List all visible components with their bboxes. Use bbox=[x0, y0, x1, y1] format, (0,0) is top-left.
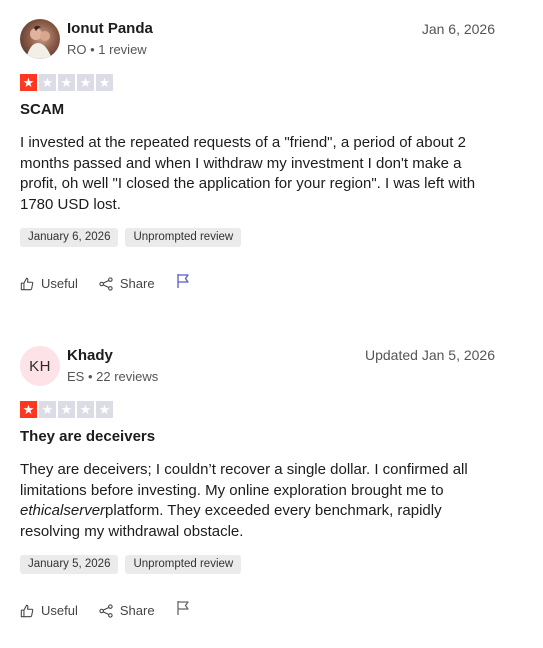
review-tags: January 6, 2026 Unprompted review bbox=[20, 228, 242, 247]
unprompted-review-tag: Unprompted review bbox=[125, 228, 242, 247]
reviewer-meta: RO • 1 review bbox=[67, 42, 147, 57]
reviewer-meta: ES • 22 reviews bbox=[67, 369, 159, 384]
review-date: Updated Jan 5, 2026 bbox=[365, 347, 495, 363]
star-icon: ★ bbox=[20, 401, 37, 418]
flag-icon bbox=[176, 274, 189, 288]
date-of-experience-tag: January 5, 2026 bbox=[20, 555, 119, 574]
share-label: Share bbox=[119, 276, 155, 291]
star-icon: ★ bbox=[77, 401, 94, 418]
review-tags: January 5, 2026 Unprompted review bbox=[20, 555, 242, 574]
review-date: Jan 6, 2026 bbox=[421, 21, 495, 37]
unprompted-review-tag: Unprompted review bbox=[125, 555, 242, 574]
review-actions: Useful Share bbox=[20, 273, 190, 294]
star-icon: ★ bbox=[96, 74, 113, 91]
star-icon: ★ bbox=[39, 74, 56, 91]
report-button[interactable] bbox=[176, 600, 190, 621]
share-icon bbox=[99, 276, 113, 291]
review-title[interactable]: They are deceivers bbox=[20, 428, 155, 445]
useful-button[interactable]: Useful bbox=[20, 603, 78, 618]
date-of-experience-tag: January 6, 2026 bbox=[20, 228, 119, 247]
review-actions: Useful Share bbox=[20, 600, 190, 621]
star-icon: ★ bbox=[58, 401, 75, 418]
star-icon: ★ bbox=[20, 74, 37, 91]
avatar-initials: KH bbox=[29, 357, 51, 375]
review-title[interactable]: SCAM bbox=[20, 101, 64, 118]
reviewer-name[interactable]: Ionut Panda bbox=[67, 20, 153, 37]
share-label: Share bbox=[119, 603, 155, 618]
review-card: Ionut Panda RO • 1 review Jan 6, 2026 ★ … bbox=[20, 0, 495, 300]
flag-icon bbox=[176, 601, 189, 615]
useful-button[interactable]: Useful bbox=[20, 276, 78, 291]
useful-label: Useful bbox=[41, 276, 78, 291]
star-icon: ★ bbox=[96, 401, 113, 418]
share-button[interactable]: Share bbox=[99, 276, 155, 291]
thumbs-up-icon bbox=[20, 277, 34, 290]
star-rating: ★ ★ ★ ★ ★ bbox=[20, 74, 113, 91]
report-button[interactable] bbox=[176, 273, 190, 294]
review-body: They are deceivers; I couldn’t recover a… bbox=[20, 460, 495, 542]
avatar-photo-icon bbox=[26, 25, 52, 59]
review-body: I invested at the repeated requests of a… bbox=[20, 134, 476, 213]
useful-label: Useful bbox=[41, 603, 78, 618]
star-icon: ★ bbox=[58, 74, 75, 91]
avatar[interactable] bbox=[20, 19, 60, 59]
review-body-text: They are deceivers; I couldn’t recover a… bbox=[20, 461, 468, 499]
review-body-emphasis: ethicalserver bbox=[20, 502, 106, 519]
star-icon: ★ bbox=[77, 74, 94, 91]
avatar[interactable]: KH bbox=[20, 346, 60, 386]
star-rating: ★ ★ ★ ★ ★ bbox=[20, 401, 113, 418]
reviewer-name[interactable]: Khady bbox=[67, 347, 113, 364]
share-icon bbox=[99, 603, 113, 618]
share-button[interactable]: Share bbox=[99, 603, 155, 618]
review-card: KH Khady ES • 22 reviews Updated Jan 5, … bbox=[20, 327, 495, 627]
thumbs-up-icon bbox=[20, 604, 34, 617]
star-icon: ★ bbox=[39, 401, 56, 418]
